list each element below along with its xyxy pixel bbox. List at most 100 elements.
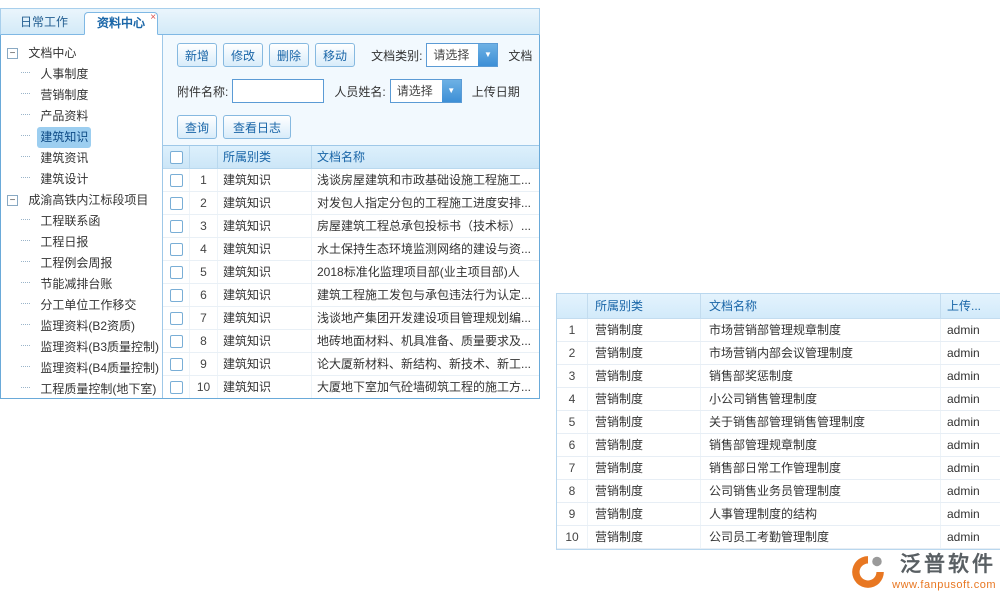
row-category: 营销制度	[587, 365, 700, 387]
chevron-down-icon[interactable]: ▼	[478, 44, 497, 66]
row-doc-name: 2018标准化监理项目部(业主项目部)人员...	[311, 261, 539, 283]
row-uploader: admin	[940, 503, 1000, 525]
edit-button[interactable]: 修改	[223, 43, 263, 67]
tree-node-label: 监理资料(B3质量控制)	[37, 337, 162, 358]
tree-node[interactable]: − 工程日报	[7, 232, 162, 253]
row-checkbox[interactable]	[170, 358, 183, 371]
table-row[interactable]: 8 营销制度 公司销售业务员管理制度 admin	[557, 480, 1000, 503]
tree-node[interactable]: − 工程例会周报	[7, 253, 162, 274]
tree-node[interactable]: − 监理资料(B4质量控制)	[7, 358, 162, 379]
col-header-category[interactable]: 所属别类	[587, 294, 700, 318]
row-checkbox[interactable]	[170, 174, 183, 187]
row-doc-name: 公司员工考勤管理制度	[700, 526, 940, 548]
row-checkbox[interactable]	[170, 266, 183, 279]
tree-node[interactable]: − 工程质量控制(地下室)	[7, 379, 162, 398]
row-index: 9	[189, 353, 217, 375]
tree-node[interactable]: − 监理资料(B2资质)	[7, 316, 162, 337]
tree-node[interactable]: − 工程联系函	[7, 211, 162, 232]
row-doc-name: 销售部奖惩制度	[700, 365, 940, 387]
table-row[interactable]: 7 建筑知识 浅谈地产集团开发建设项目管理规划编...	[163, 307, 539, 330]
person-name-select[interactable]: 请选择 ▼	[390, 79, 462, 103]
tab-daily-work[interactable]: 日常工作	[7, 11, 81, 34]
document-tree-sidebar: − 文档中心 − 人事制度 − 营销制度 − 产品资料	[1, 35, 163, 398]
row-checkbox[interactable]	[170, 312, 183, 325]
tree-node[interactable]: − 营销制度	[7, 85, 162, 106]
close-icon[interactable]: ×	[150, 13, 156, 23]
row-index: 3	[189, 215, 217, 237]
col-header-category[interactable]: 所属别类	[217, 146, 311, 168]
row-doc-name: 房屋建筑工程总承包投标书（技术标）...	[311, 215, 539, 237]
collapse-icon[interactable]: −	[7, 195, 18, 206]
row-category: 建筑知识	[217, 376, 311, 398]
row-category: 营销制度	[587, 411, 700, 433]
table-row[interactable]: 10 建筑知识 大厦地下室加气砼墙砌筑工程的施工方...	[163, 376, 539, 398]
tree-node[interactable]: − 节能减排台账	[7, 274, 162, 295]
attachment-name-input[interactable]	[232, 79, 324, 103]
table-row[interactable]: 5 营销制度 关于销售部管理销售管理制度 admin	[557, 411, 1000, 434]
tree-node[interactable]: − 建筑知识	[7, 127, 162, 148]
doc-type-select[interactable]: 请选择 ▼	[426, 43, 498, 67]
row-checkbox[interactable]	[170, 335, 183, 348]
table-row[interactable]: 6 建筑知识 建筑工程施工发包与承包违法行为认定...	[163, 284, 539, 307]
toolbar-row-3: 查询 查看日志	[177, 115, 539, 139]
doc-name-label-clipped: 文档	[508, 47, 532, 64]
upload-date-label-clipped: 上传日期	[472, 83, 520, 100]
window-body: − 文档中心 − 人事制度 − 营销制度 − 产品资料	[0, 35, 540, 399]
tree-node[interactable]: − 建筑资讯	[7, 148, 162, 169]
table-row[interactable]: 8 建筑知识 地砖地面材料、机具准备、质量要求及...	[163, 330, 539, 353]
col-header-doc-name[interactable]: 文档名称	[311, 146, 539, 168]
row-checkbox[interactable]	[170, 289, 183, 302]
tab-data-center-label: 资料中心	[97, 16, 145, 30]
table-row[interactable]: 5 建筑知识 2018标准化监理项目部(业主项目部)人员...	[163, 261, 539, 284]
row-doc-name: 水土保持生态环境监测网络的建设与资...	[311, 238, 539, 260]
table-row[interactable]: 4 建筑知识 水土保持生态环境监测网络的建设与资...	[163, 238, 539, 261]
row-index: 4	[189, 238, 217, 260]
content-panel: 新增 修改 删除 移动 文档类别: 请选择 ▼ 文档 附件名称: 人员姓名: 请…	[163, 35, 539, 398]
table-row[interactable]: 2 营销制度 市场营销内部会议管理制度 admin	[557, 342, 1000, 365]
table-row[interactable]: 4 营销制度 小公司销售管理制度 admin	[557, 388, 1000, 411]
search-button[interactable]: 查询	[177, 115, 217, 139]
tree-node-label: 节能减排台账	[37, 274, 115, 295]
row-checkbox[interactable]	[170, 381, 183, 394]
move-button[interactable]: 移动	[315, 43, 355, 67]
col-header-uploader[interactable]: 上传...	[940, 294, 1000, 318]
fanpu-logo-icon	[849, 553, 887, 591]
select-all-checkbox[interactable]	[170, 151, 183, 164]
table-row[interactable]: 9 建筑知识 论大厦新材料、新结构、新技术、新工...	[163, 353, 539, 376]
collapse-icon[interactable]: −	[7, 48, 18, 59]
tree-node[interactable]: − 监理资料(B3质量控制)	[7, 337, 162, 358]
table-row[interactable]: 3 建筑知识 房屋建筑工程总承包投标书（技术标）...	[163, 215, 539, 238]
chevron-down-icon[interactable]: ▼	[442, 80, 461, 102]
row-checkbox[interactable]	[170, 197, 183, 210]
tree-node[interactable]: − 人事制度	[7, 64, 162, 85]
table-row[interactable]: 6 营销制度 销售部管理规章制度 admin	[557, 434, 1000, 457]
row-uploader: admin	[940, 388, 1000, 410]
table-row[interactable]: 1 营销制度 市场营销部管理规章制度 admin	[557, 319, 1000, 342]
table-row[interactable]: 2 建筑知识 对发包人指定分包的工程施工进度安排...	[163, 192, 539, 215]
delete-button[interactable]: 删除	[269, 43, 309, 67]
row-doc-name: 市场营销内部会议管理制度	[700, 342, 940, 364]
tab-data-center[interactable]: 资料中心 ×	[84, 12, 158, 35]
row-index: 1	[557, 319, 587, 341]
view-log-button[interactable]: 查看日志	[223, 115, 291, 139]
fanpu-logo: 泛普软件 www.fanpusoft.com	[849, 553, 996, 591]
table-row[interactable]: 3 营销制度 销售部奖惩制度 admin	[557, 365, 1000, 388]
add-button[interactable]: 新增	[177, 43, 217, 67]
col-header-doc-name[interactable]: 文档名称	[700, 294, 940, 318]
row-checkbox[interactable]	[170, 243, 183, 256]
table-row[interactable]: 9 营销制度 人事管理制度的结构 admin	[557, 503, 1000, 526]
table-row[interactable]: 7 营销制度 销售部日常工作管理制度 admin	[557, 457, 1000, 480]
row-checkbox[interactable]	[170, 220, 183, 233]
row-doc-name: 公司销售业务员管理制度	[700, 480, 940, 502]
tree-node[interactable]: − 文档中心	[7, 43, 162, 64]
tree-node-label: 建筑设计	[37, 169, 91, 190]
tree-node[interactable]: − 建筑设计	[7, 169, 162, 190]
table-row[interactable]: 10 营销制度 公司员工考勤管理制度 admin	[557, 526, 1000, 549]
tree-node[interactable]: − 成渝高铁内江标段项目	[7, 190, 162, 211]
tree-node[interactable]: − 产品资料	[7, 106, 162, 127]
tree-node[interactable]: − 分工单位工作移交	[7, 295, 162, 316]
tree-node-label: 人事制度	[37, 64, 91, 85]
row-index: 3	[557, 365, 587, 387]
table-row[interactable]: 1 建筑知识 浅谈房屋建筑和市政基础设施工程施工...	[163, 169, 539, 192]
row-doc-name: 关于销售部管理销售管理制度	[700, 411, 940, 433]
